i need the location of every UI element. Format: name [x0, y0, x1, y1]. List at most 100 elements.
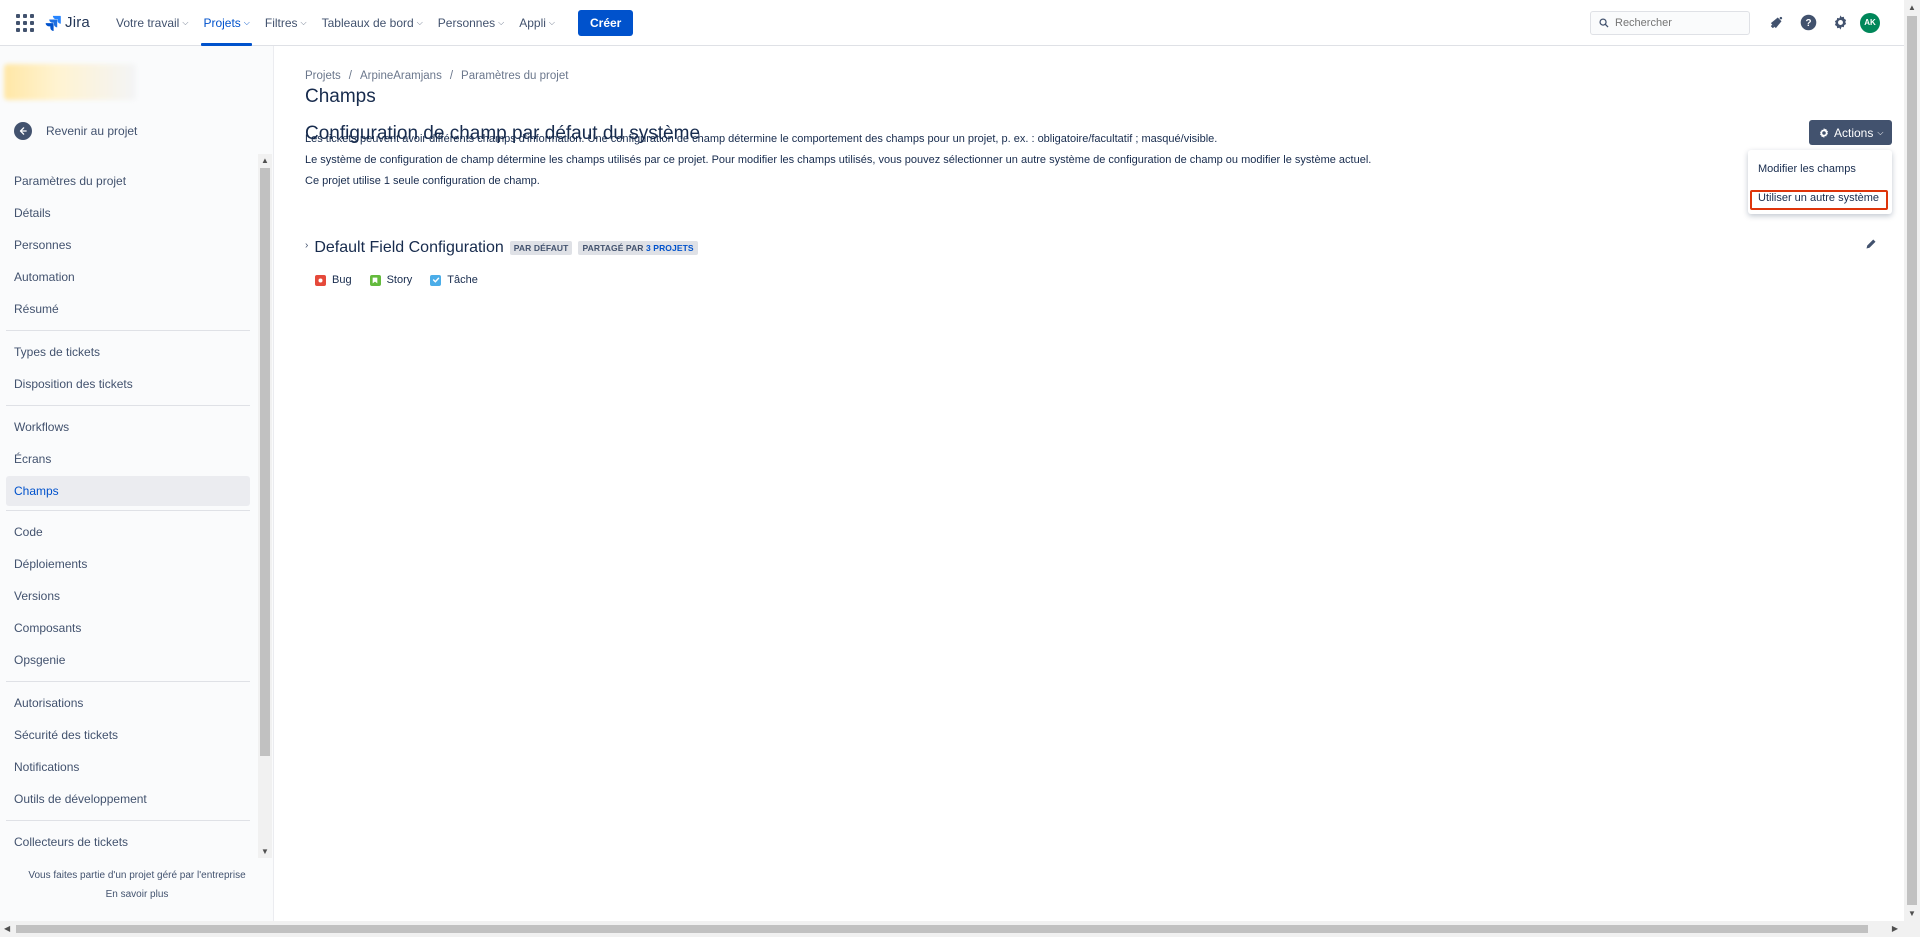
- sidebar-item-types-de-tickets[interactable]: Types de tickets: [6, 337, 250, 367]
- jira-logo[interactable]: Jira: [44, 14, 90, 32]
- jira-logo-text: Jira: [65, 14, 90, 31]
- nav-personnes[interactable]: Personnes ⌵: [432, 0, 510, 46]
- chevron-down-icon: ⌵: [1877, 127, 1884, 137]
- chevron-down-icon: ⌵: [243, 17, 250, 27]
- window-vertical-scrollbar-thumb[interactable]: [1907, 16, 1917, 905]
- sidebar-item-automation[interactable]: Automation: [6, 262, 250, 292]
- issue-type-tache: Tâche: [430, 274, 478, 286]
- breadcrumb-parametres[interactable]: Paramètres du projet: [461, 70, 568, 82]
- search-field[interactable]: [1590, 10, 1750, 35]
- actions-button[interactable]: Actions ⌵: [1809, 120, 1893, 145]
- arrow-left-icon: [14, 122, 32, 140]
- sidebar-scrollbar[interactable]: ▲ ▼: [258, 154, 272, 858]
- sidebar-item-disposition-des-tickets[interactable]: Disposition des tickets: [6, 369, 250, 399]
- search-icon: [1599, 17, 1609, 28]
- nav-label: Projets: [203, 15, 241, 30]
- scroll-left-arrow-icon[interactable]: ◀: [4, 924, 10, 933]
- chevron-right-icon[interactable]: ›: [305, 240, 308, 251]
- scroll-right-arrow-icon[interactable]: ▶: [1892, 924, 1898, 933]
- issue-type-label: Bug: [332, 274, 352, 286]
- sidebar-footer: Vous faites partie d'un projet géré par …: [0, 858, 274, 900]
- nav-votre-travail[interactable]: Votre travail ⌵: [110, 0, 194, 46]
- sidebar-item-securite-des-tickets[interactable]: Sécurité des tickets: [6, 720, 250, 750]
- sidebar-item-opsgenie[interactable]: Opsgenie: [6, 645, 250, 675]
- chevron-down-icon: ⌵: [182, 17, 189, 27]
- page-title: Champs: [305, 86, 376, 107]
- sidebar-item-versions[interactable]: Versions: [6, 581, 250, 611]
- field-config-name: Default Field Configuration: [314, 239, 504, 256]
- sidebar-item-notifications[interactable]: Notifications: [6, 752, 250, 782]
- description-paragraph-2: Le système de configuration de champ dét…: [305, 154, 1372, 166]
- actions-label: Actions: [1834, 125, 1874, 140]
- sidebar-item-composants[interactable]: Composants: [6, 613, 250, 643]
- breadcrumb: Projets / ArpineAramjans / Paramètres du…: [305, 70, 568, 82]
- sidebar-item-collecteurs-de-tickets[interactable]: Collecteurs de tickets: [6, 827, 250, 857]
- sidebar-item-champs[interactable]: Champs: [6, 476, 250, 506]
- sidebar-item-details[interactable]: Détails: [6, 198, 250, 228]
- learn-more-link[interactable]: En savoir plus: [0, 889, 274, 900]
- nav-appli[interactable]: Appli ⌵: [513, 0, 561, 46]
- search-input[interactable]: [1615, 16, 1735, 29]
- project-sidebar: Revenir au projet Paramètres du projet D…: [0, 46, 274, 921]
- shared-count: 3 PROJETS: [646, 243, 694, 253]
- notifications-button[interactable]: [1760, 7, 1792, 39]
- sidebar-divider: [6, 510, 250, 511]
- sidebar-item-ecrans[interactable]: Écrans: [6, 444, 250, 474]
- issue-type-label: Tâche: [447, 274, 478, 286]
- scroll-down-arrow-icon[interactable]: ▼: [1908, 909, 1916, 918]
- nav-label: Personnes: [437, 15, 496, 30]
- sidebar-divider: [6, 820, 250, 821]
- user-avatar[interactable]: AK: [1860, 12, 1880, 33]
- scroll-down-arrow-icon[interactable]: ▼: [261, 847, 269, 856]
- main-nav: Votre travail ⌵ Projets ⌵ Filtres ⌵ Tableau…: [110, 0, 564, 46]
- breadcrumb-projets[interactable]: Projets: [305, 70, 341, 82]
- sidebar-item-autorisations[interactable]: Autorisations: [6, 688, 250, 718]
- sidebar-scrollbar-thumb[interactable]: [260, 168, 270, 756]
- scroll-up-arrow-icon[interactable]: ▲: [261, 156, 269, 165]
- bug-icon: [315, 274, 326, 286]
- nav-projets[interactable]: Projets ⌵: [197, 0, 255, 46]
- description-paragraph-1: Les tickets peuvent avoir différents cha…: [305, 133, 1218, 145]
- menu-item-modifier-les-champs[interactable]: Modifier les champs: [1758, 163, 1856, 175]
- window-vertical-scrollbar[interactable]: ▲ ▼: [1904, 0, 1920, 921]
- edit-pencil-icon[interactable]: [1865, 238, 1879, 252]
- chevron-down-icon: ⌵: [498, 17, 505, 27]
- sidebar-divider: [6, 405, 250, 406]
- sidebar-item-workflows[interactable]: Workflows: [6, 412, 250, 442]
- gear-icon: [1820, 127, 1828, 138]
- breadcrumb-separator: /: [348, 70, 352, 82]
- issue-type-label: Story: [386, 274, 413, 286]
- sidebar-item-resume[interactable]: Résumé: [6, 294, 250, 324]
- breadcrumb-project[interactable]: ArpineAramjans: [360, 70, 442, 82]
- default-badge: PAR DÉFAUT: [509, 241, 573, 255]
- window-horizontal-scrollbar-thumb[interactable]: [16, 925, 1868, 933]
- sidebar-item-personnes[interactable]: Personnes: [6, 230, 250, 260]
- sidebar-item-parametres-du-projet[interactable]: Paramètres du projet: [6, 166, 250, 196]
- field-config-header: › Default Field Configuration PAR DÉFAUT…: [305, 239, 704, 257]
- megaphone-icon: [1770, 16, 1782, 29]
- issue-type-story: Story: [369, 274, 413, 286]
- chevron-down-icon: ⌵: [548, 17, 555, 27]
- create-button[interactable]: Créer: [578, 9, 634, 36]
- settings-button[interactable]: [1824, 7, 1856, 39]
- nav-tableaux-de-bord[interactable]: Tableaux de bord ⌵: [316, 0, 429, 46]
- svg-text:?: ?: [1805, 18, 1811, 29]
- actions-dropdown-menu: Modifier les champs Utiliser un autre sy…: [1748, 150, 1892, 214]
- window-horizontal-scrollbar[interactable]: ◀ ▶: [0, 921, 1920, 937]
- scroll-up-arrow-icon[interactable]: ▲: [1908, 3, 1916, 12]
- shared-badge[interactable]: PARTAGÉ PAR 3 PROJETS: [578, 241, 698, 255]
- issue-type-bug: Bug: [315, 274, 352, 286]
- menu-item-utiliser-un-autre-systeme[interactable]: Utiliser un autre système: [1758, 192, 1879, 204]
- sidebar-item-deploiements[interactable]: Déploiements: [6, 549, 250, 579]
- sidebar-item-outils-de-developpement[interactable]: Outils de développement: [6, 784, 250, 814]
- sidebar-item-code[interactable]: Code: [6, 517, 250, 547]
- top-right-tools: ? AK: [1590, 7, 1904, 39]
- shared-prefix: PARTAGÉ PAR: [582, 243, 644, 253]
- description-paragraph-3: Ce projet utilise 1 seule configuration …: [305, 175, 540, 187]
- app-switcher-icon[interactable]: [14, 12, 36, 34]
- sidebar-nav-list: Paramètres du projet Détails Personnes A…: [0, 154, 260, 858]
- project-avatar-blurred: [4, 64, 136, 100]
- back-to-project-link[interactable]: Revenir au projet: [14, 122, 137, 140]
- help-button[interactable]: ?: [1792, 7, 1824, 39]
- nav-filtres[interactable]: Filtres ⌵: [259, 0, 313, 46]
